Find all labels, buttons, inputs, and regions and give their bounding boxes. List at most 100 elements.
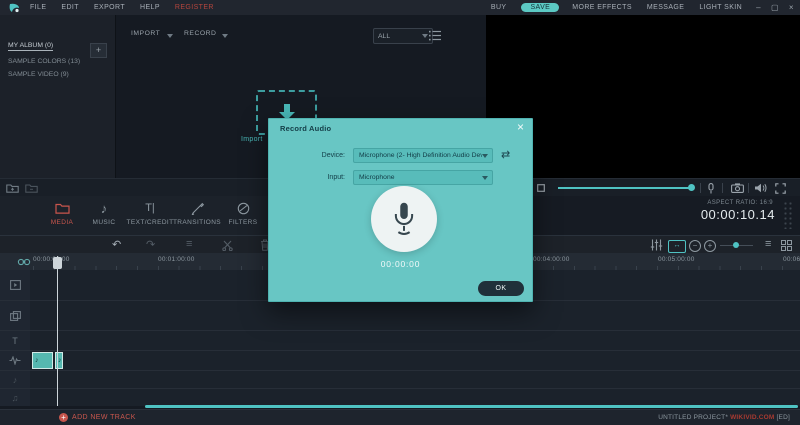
- save-button[interactable]: SAVE: [521, 3, 560, 12]
- dialog-close-icon[interactable]: ×: [517, 120, 524, 134]
- timeline-menu-icon[interactable]: ≡: [186, 238, 192, 250]
- preview-info: ASPECT RATIO: 16:9 00:00:10.14: [486, 196, 800, 235]
- maximize-icon[interactable]: ▢: [771, 3, 779, 12]
- music-track2-lane[interactable]: [30, 389, 800, 406]
- input-label: Input:: [327, 174, 345, 181]
- record-menu[interactable]: RECORD: [184, 30, 216, 37]
- ruler-label: 00:00:00:00: [33, 256, 70, 263]
- status-bar: + ADD NEW TRACK UNTITLED PROJECT* WIKIVI…: [0, 409, 800, 425]
- seek-slider[interactable]: [558, 187, 692, 189]
- menu-help[interactable]: HELP: [140, 4, 160, 11]
- delete-folder-icon[interactable]: [25, 183, 38, 193]
- pip-track-icon[interactable]: [0, 301, 30, 331]
- divider: [748, 183, 749, 193]
- scissors-split-icon[interactable]: [222, 240, 233, 251]
- import-zone-label: Import: [241, 136, 263, 143]
- stop-icon[interactable]: [537, 184, 545, 192]
- ruler-label: 00:05:00:00: [658, 256, 695, 263]
- add-track-plus-icon[interactable]: +: [59, 413, 68, 422]
- minimize-icon[interactable]: –: [756, 3, 761, 12]
- menu-edit[interactable]: EDIT: [61, 4, 79, 11]
- audio-track-icon[interactable]: [0, 351, 30, 371]
- record-button[interactable]: [371, 186, 437, 252]
- undo-icon[interactable]: ↶: [112, 238, 121, 251]
- recording-time: 00:00:00: [380, 259, 421, 269]
- project-name: UNTITLED PROJECT*: [658, 414, 729, 421]
- ruler-label: 00:04:00:00: [533, 256, 570, 263]
- project-status: UNTITLED PROJECT* WIKIVID.COM [ED]: [658, 414, 790, 421]
- close-icon[interactable]: ×: [789, 3, 794, 12]
- zoom-fit-icon[interactable]: ↔: [668, 240, 686, 253]
- music-note-icon: ♪: [58, 357, 62, 364]
- audio-mixer-icon[interactable]: [650, 239, 663, 251]
- link-clips-icon[interactable]: [17, 257, 31, 267]
- zoom-out-icon[interactable]: −: [689, 240, 701, 252]
- ok-button[interactable]: OK: [478, 281, 524, 296]
- fullscreen-icon[interactable]: [775, 183, 786, 194]
- album-item-sample-colors[interactable]: SAMPLE COLORS (13): [8, 58, 80, 65]
- playhead-line[interactable]: [57, 256, 58, 406]
- video-editor-app: FILE EDIT EXPORT HELP REGISTER BUY SAVE …: [0, 0, 800, 425]
- redo-icon[interactable]: ↷: [146, 238, 155, 251]
- buy-button[interactable]: BUY: [491, 4, 507, 11]
- volume-speaker-icon[interactable]: [754, 183, 767, 193]
- text-track-lane[interactable]: [30, 331, 800, 351]
- message-button[interactable]: MESSAGE: [647, 4, 684, 11]
- input-select[interactable]: Microphone: [353, 170, 493, 185]
- ruler-label: 00:01:00:00: [158, 256, 195, 263]
- chevron-down-icon: [482, 175, 488, 180]
- menu-export[interactable]: EXPORT: [94, 4, 125, 11]
- preview-timecode: 00:00:10.14: [700, 207, 775, 222]
- music-track-icon[interactable]: ♪: [0, 371, 30, 389]
- pip-track-lane[interactable]: [30, 301, 800, 331]
- track-list-icon[interactable]: ≡: [765, 238, 771, 250]
- import-menu[interactable]: IMPORT: [131, 30, 160, 37]
- device-label: Device:: [321, 152, 345, 159]
- more-effects-button[interactable]: MORE EFFECTS: [572, 4, 632, 11]
- album-item-sample-video[interactable]: SAMPLE VIDEO (9): [8, 71, 69, 78]
- refresh-devices-icon[interactable]: ⇄: [501, 148, 510, 163]
- menu-file[interactable]: FILE: [30, 4, 46, 11]
- album-item-my-album[interactable]: MY ALBUM (0): [8, 42, 54, 51]
- device-select[interactable]: Microphone (2- High Definition Audio Dev…: [353, 148, 493, 163]
- record-audio-dialog: Record Audio × Device: Microphone (2- Hi…: [268, 118, 533, 302]
- light-skin-button[interactable]: LIGHT SKIN: [699, 4, 742, 11]
- menu-register[interactable]: REGISTER: [175, 4, 214, 11]
- voiceover-mic-icon[interactable]: [707, 183, 715, 194]
- preview-screen: [486, 15, 800, 178]
- filter-circle-icon: [237, 202, 249, 214]
- menubar: FILE EDIT EXPORT HELP REGISTER BUY SAVE …: [0, 0, 800, 16]
- audio-clip[interactable]: ♪: [32, 352, 53, 369]
- track-header-column: T ♪ ♫: [0, 270, 31, 406]
- grid-view-icon[interactable]: [781, 240, 792, 251]
- list-view-icon[interactable]: [429, 30, 441, 41]
- aspect-ratio-label: ASPECT RATIO: 16:9: [707, 200, 773, 206]
- timeline-zoom-thumb[interactable]: [733, 242, 739, 248]
- app-logo-icon: [9, 3, 19, 13]
- music-track2-icon[interactable]: ♫: [0, 389, 30, 406]
- panel-drag-handle[interactable]: [783, 201, 794, 229]
- folder-icon: [54, 203, 70, 214]
- zoom-in-icon[interactable]: +: [704, 240, 716, 252]
- chevron-down-icon: [167, 34, 173, 38]
- divider: [700, 183, 701, 193]
- text-track-icon[interactable]: T: [0, 331, 30, 351]
- seek-slider-thumb[interactable]: [688, 184, 695, 191]
- preview-controls: [486, 178, 800, 197]
- ruler-label: 00:06:00:00: [783, 256, 800, 263]
- video-track-icon[interactable]: [0, 270, 30, 301]
- media-filter-value: ALL: [378, 32, 391, 40]
- music-track-lane[interactable]: [30, 371, 800, 389]
- watermark-text: WIKIVID.COM: [730, 414, 775, 421]
- playhead-handle[interactable]: [53, 257, 62, 269]
- chevron-down-icon: [482, 153, 488, 158]
- snapshot-camera-icon[interactable]: [731, 183, 744, 193]
- timeline-scrollbar[interactable]: [145, 405, 798, 408]
- music-note-icon: ♪: [35, 357, 39, 364]
- divider: [722, 183, 723, 193]
- add-new-track-button[interactable]: ADD NEW TRACK: [72, 414, 136, 421]
- media-filter-select[interactable]: ALL: [373, 28, 433, 44]
- add-album-button[interactable]: +: [90, 43, 107, 58]
- audio-track-lane[interactable]: [30, 351, 800, 371]
- new-folder-icon[interactable]: [6, 183, 19, 193]
